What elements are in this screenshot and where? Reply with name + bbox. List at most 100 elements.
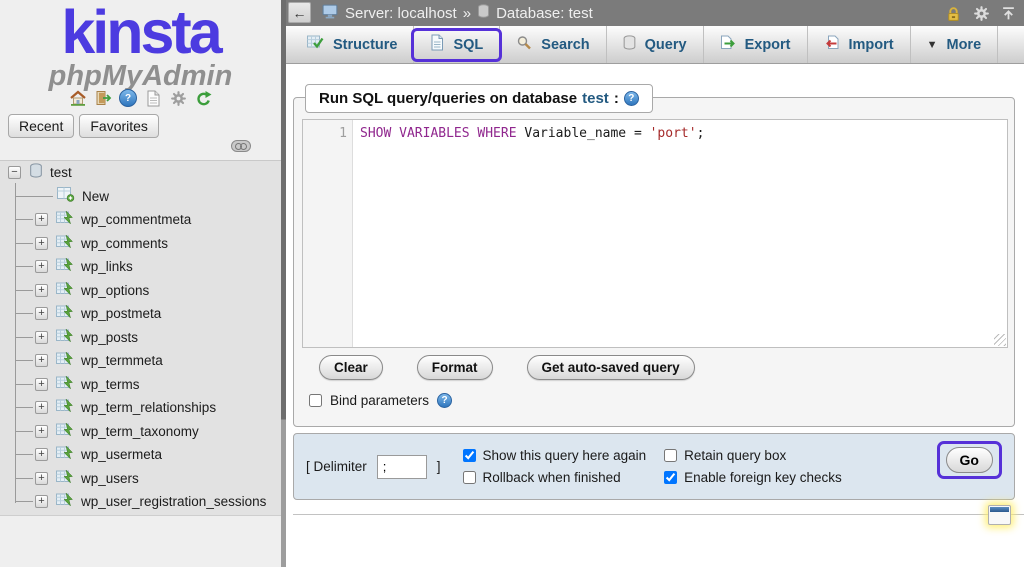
tab-search[interactable]: Search: [500, 26, 606, 63]
tree-table-label[interactable]: wp_posts: [81, 330, 138, 345]
tree-table-row[interactable]: wp_term_relationships: [0, 396, 281, 420]
foreign-key-checks-option[interactable]: Enable foreign key checks: [664, 470, 842, 485]
expand-icon[interactable]: [35, 378, 48, 391]
expand-icon[interactable]: [35, 237, 48, 250]
expand-icon[interactable]: [35, 354, 48, 367]
bind-parameters-checkbox[interactable]: [309, 394, 322, 407]
tree-table-row[interactable]: wp_comments: [0, 232, 281, 256]
tree-table-row[interactable]: wp_term_taxonomy: [0, 420, 281, 444]
logout-icon[interactable]: [94, 89, 112, 107]
help-icon[interactable]: [119, 89, 137, 107]
lock-icon[interactable]: [945, 5, 962, 22]
open-new-window-icon[interactable]: [988, 505, 1011, 525]
breadcrumb-server[interactable]: Server: localhost: [345, 5, 457, 22]
tree-new-table-label[interactable]: New: [82, 189, 109, 204]
legend-colon: :: [614, 90, 619, 107]
tree-table-row[interactable]: wp_terms: [0, 373, 281, 397]
tree-table-row[interactable]: wp_postmeta: [0, 302, 281, 326]
tree-database-item[interactable]: test: [0, 161, 281, 185]
retain-query-box-option[interactable]: Retain query box: [664, 448, 842, 463]
tree-table-row[interactable]: wp_usermeta: [0, 443, 281, 467]
tab-sql[interactable]: SQL: [414, 26, 500, 63]
tree-table-label[interactable]: wp_users: [81, 471, 139, 486]
tree-table-row[interactable]: wp_commentmeta: [0, 208, 281, 232]
expand-icon[interactable]: [35, 260, 48, 273]
home-icon[interactable]: [69, 89, 87, 107]
database-icon: [477, 4, 490, 23]
table-icon: [56, 493, 74, 510]
tree-table-row[interactable]: wp_user_registration_sessions: [0, 490, 281, 514]
back-button[interactable]: ←: [288, 2, 311, 23]
tree-table-row[interactable]: wp_links: [0, 255, 281, 279]
tree-table-row[interactable]: wp_options: [0, 279, 281, 303]
show-query-again-checkbox[interactable]: [463, 449, 476, 462]
expand-icon[interactable]: [35, 495, 48, 508]
sql-code-line[interactable]: SHOW VARIABLES WHERE Variable_name = 'po…: [353, 120, 704, 347]
tree-table-label[interactable]: wp_termmeta: [81, 353, 163, 368]
settings-gear-icon[interactable]: [973, 5, 990, 22]
clear-button[interactable]: Clear: [319, 355, 383, 380]
chevron-down-icon: ▼: [927, 39, 938, 51]
tab-export[interactable]: Export: [704, 26, 808, 63]
favorites-button[interactable]: Favorites: [79, 114, 159, 138]
retain-query-box-checkbox[interactable]: [664, 449, 677, 462]
tab-query-label: Query: [645, 37, 687, 53]
tab-query[interactable]: Query: [607, 26, 704, 63]
get-autosaved-query-button[interactable]: Get auto-saved query: [527, 355, 695, 380]
link-panels-icon[interactable]: [231, 140, 251, 152]
tree-table-row[interactable]: wp_termmeta: [0, 349, 281, 373]
tree-table-label[interactable]: wp_user_registration_sessions: [81, 494, 266, 509]
expand-icon[interactable]: [35, 448, 48, 461]
expand-icon[interactable]: [35, 331, 48, 344]
tree-table-label[interactable]: wp_links: [81, 259, 133, 274]
tree-table-label[interactable]: wp_comments: [81, 236, 168, 251]
collapse-icon[interactable]: [8, 166, 21, 179]
table-icon: [56, 329, 74, 346]
editor-resize-handle[interactable]: [994, 334, 1006, 346]
tree-database-label[interactable]: test: [50, 165, 72, 180]
format-button[interactable]: Format: [417, 355, 493, 380]
tab-structure-label: Structure: [333, 37, 397, 53]
expand-icon[interactable]: [35, 284, 48, 297]
expand-icon[interactable]: [35, 401, 48, 414]
tree-table-label[interactable]: wp_postmeta: [81, 306, 161, 321]
go-button[interactable]: Go: [946, 447, 993, 473]
tree-table-row[interactable]: wp_users: [0, 467, 281, 491]
database-icon: [29, 163, 43, 182]
rollback-option[interactable]: Rollback when finished: [463, 470, 647, 485]
sql-editor[interactable]: 1 SHOW VARIABLES WHERE Variable_name = '…: [302, 119, 1008, 348]
tree-table-label[interactable]: wp_term_relationships: [81, 400, 216, 415]
help-icon[interactable]: [437, 393, 452, 408]
rollback-checkbox[interactable]: [463, 471, 476, 484]
tree-table-label[interactable]: wp_usermeta: [81, 447, 162, 462]
foreign-key-checks-checkbox[interactable]: [664, 471, 677, 484]
tab-more[interactable]: ▼ More: [911, 26, 999, 63]
retain-query-box-label: Retain query box: [684, 448, 786, 463]
tab-structure[interactable]: Structure: [291, 26, 414, 63]
tree-new-table-item[interactable]: New: [0, 185, 281, 209]
recent-button[interactable]: Recent: [8, 114, 74, 138]
expand-icon[interactable]: [35, 307, 48, 320]
tab-export-label: Export: [745, 37, 791, 53]
tab-search-label: Search: [541, 37, 589, 53]
tab-import[interactable]: Import: [808, 26, 911, 63]
tree-table-label[interactable]: wp_term_taxonomy: [81, 424, 199, 439]
settings-gear-icon[interactable]: [169, 89, 187, 107]
tree-table-label[interactable]: wp_options: [81, 283, 149, 298]
expand-icon[interactable]: [35, 213, 48, 226]
refresh-icon[interactable]: [194, 89, 212, 107]
help-icon[interactable]: [624, 91, 639, 106]
expand-icon[interactable]: [35, 472, 48, 485]
scroll-to-top-icon[interactable]: [1001, 6, 1016, 21]
tree-table-label[interactable]: wp_terms: [81, 377, 140, 392]
delimiter-input[interactable]: [377, 455, 427, 479]
tree-table-row[interactable]: wp_posts: [0, 326, 281, 350]
query-icon: [623, 35, 636, 55]
breadcrumb-database[interactable]: Database: test: [496, 5, 593, 22]
rollback-label: Rollback when finished: [483, 470, 621, 485]
expand-icon[interactable]: [35, 425, 48, 438]
tree-table-label[interactable]: wp_commentmeta: [81, 212, 191, 227]
legend-database-link[interactable]: test: [582, 90, 609, 107]
show-query-again-option[interactable]: Show this query here again: [463, 448, 647, 463]
docs-icon[interactable]: [144, 89, 162, 107]
